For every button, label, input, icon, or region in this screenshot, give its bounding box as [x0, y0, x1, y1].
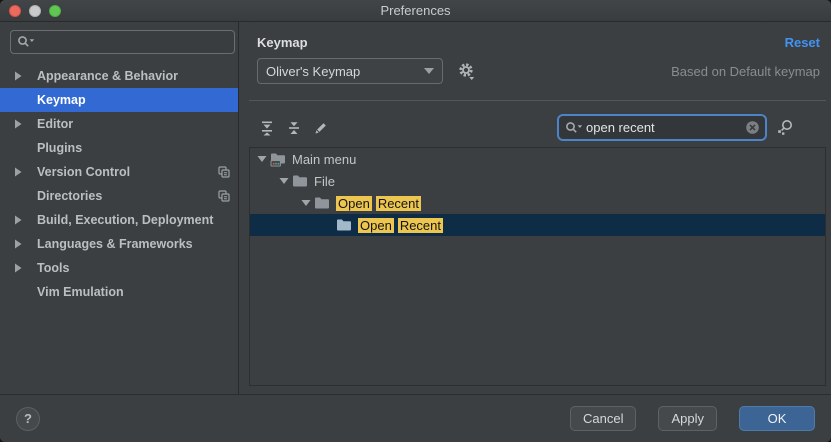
sidebar-item-label: Version Control — [37, 165, 130, 179]
shared-settings-icon — [217, 165, 231, 179]
sidebar-item-directories[interactable]: Directories — [0, 184, 238, 208]
dialog-footer: ? Cancel Apply OK — [0, 394, 831, 442]
sidebar-search-input[interactable] — [36, 34, 229, 51]
main-menu-icon — [270, 152, 288, 167]
preferences-window: Preferences Appearance & Behavior Keymap… — [0, 0, 831, 442]
search-icon — [16, 34, 36, 50]
ok-button[interactable]: OK — [739, 406, 815, 431]
sidebar-item-plugins[interactable]: Plugins — [0, 136, 238, 160]
tree-row-label: Main menu — [292, 152, 356, 167]
chevron-right-icon[interactable] — [14, 263, 24, 273]
chevron-down-icon — [424, 68, 434, 74]
window-title: Preferences — [380, 3, 450, 18]
sidebar-item-editor[interactable]: Editor — [0, 112, 238, 136]
sidebar-item-label: Build, Execution, Deployment — [37, 213, 213, 227]
expand-all-icon[interactable] — [255, 116, 279, 140]
sidebar-item-label: Plugins — [37, 141, 82, 155]
chevron-right-icon[interactable] — [14, 119, 24, 129]
search-match: Open — [336, 196, 372, 211]
search-match: Recent — [376, 196, 421, 211]
help-button[interactable]: ? — [16, 407, 40, 431]
tree-row-open-recent-parent[interactable]: Open Recent — [250, 192, 825, 214]
sidebar-item-build-execution-deployment[interactable]: Build, Execution, Deployment — [0, 208, 238, 232]
chevron-right-icon[interactable] — [14, 71, 24, 81]
gear-icon[interactable] — [457, 62, 476, 81]
sidebar-item-appearance-behavior[interactable]: Appearance & Behavior — [0, 64, 238, 88]
help-icon: ? — [24, 411, 32, 426]
keymap-toolbar — [255, 114, 795, 141]
tree-row-label: Open Recent — [358, 218, 447, 233]
sidebar-item-label: Tools — [37, 261, 69, 275]
sidebar-item-label: Directories — [37, 189, 102, 203]
page-title: Keymap — [257, 35, 308, 50]
sidebar-item-label: Languages & Frameworks — [37, 237, 193, 251]
clear-search-icon[interactable] — [745, 120, 760, 135]
chevron-down-icon[interactable] — [254, 155, 270, 163]
zoom-button[interactable] — [49, 5, 61, 17]
header-separator — [249, 100, 826, 101]
sidebar-item-keymap[interactable]: Keymap — [0, 88, 238, 112]
sidebar-item-label: Vim Emulation — [37, 285, 124, 299]
reset-link[interactable]: Reset — [785, 35, 820, 50]
settings-sidebar: Appearance & Behavior Keymap Editor Plug… — [0, 22, 239, 394]
folder-icon — [314, 196, 332, 210]
keymap-panel: Keymap Reset Oliver's Keymap Based on De… — [239, 22, 831, 394]
sidebar-search-box[interactable] — [10, 30, 235, 54]
sidebar-item-version-control[interactable]: Version Control — [0, 160, 238, 184]
find-by-shortcut-icon[interactable] — [776, 119, 795, 136]
keymap-select[interactable]: Oliver's Keymap — [257, 58, 443, 84]
sidebar-item-languages-frameworks[interactable]: Languages & Frameworks — [0, 232, 238, 256]
tree-row-file[interactable]: File — [250, 170, 825, 192]
tree-row-label: File — [314, 174, 335, 189]
sidebar-item-vim-emulation[interactable]: Vim Emulation — [0, 280, 238, 304]
collapse-all-icon[interactable] — [282, 116, 306, 140]
action-search-box[interactable] — [557, 114, 767, 141]
chevron-down-icon[interactable] — [276, 177, 292, 185]
folder-icon — [336, 218, 354, 232]
sidebar-item-label: Keymap — [37, 93, 86, 107]
search-icon — [564, 120, 584, 136]
sidebar-item-label: Editor — [37, 117, 73, 131]
minimize-button[interactable] — [29, 5, 41, 17]
keymap-select-value: Oliver's Keymap — [266, 64, 360, 79]
shared-settings-icon — [217, 189, 231, 203]
cancel-button[interactable]: Cancel — [570, 406, 636, 431]
sidebar-item-label: Appearance & Behavior — [37, 69, 178, 83]
action-search-input[interactable] — [584, 119, 745, 136]
chevron-down-icon[interactable] — [298, 199, 314, 207]
search-match: Open — [358, 218, 394, 233]
folder-icon — [292, 174, 310, 188]
chevron-right-icon[interactable] — [14, 215, 24, 225]
tree-row-open-recent-child[interactable]: Open Recent — [250, 214, 825, 236]
title-bar: Preferences — [0, 0, 831, 22]
search-match: Recent — [398, 218, 443, 233]
edit-pencil-icon[interactable] — [309, 116, 333, 140]
chevron-right-icon[interactable] — [14, 167, 24, 177]
based-on-label: Based on Default keymap — [671, 64, 820, 79]
sidebar-item-tools[interactable]: Tools — [0, 256, 238, 280]
close-button[interactable] — [9, 5, 21, 17]
keymap-tree: Main menu File Open Recent — [249, 147, 826, 386]
tree-row-main-menu[interactable]: Main menu — [250, 148, 825, 170]
apply-button[interactable]: Apply — [658, 406, 717, 431]
traffic-lights — [9, 5, 61, 17]
chevron-right-icon[interactable] — [14, 239, 24, 249]
tree-row-label: Open Recent — [336, 196, 425, 211]
